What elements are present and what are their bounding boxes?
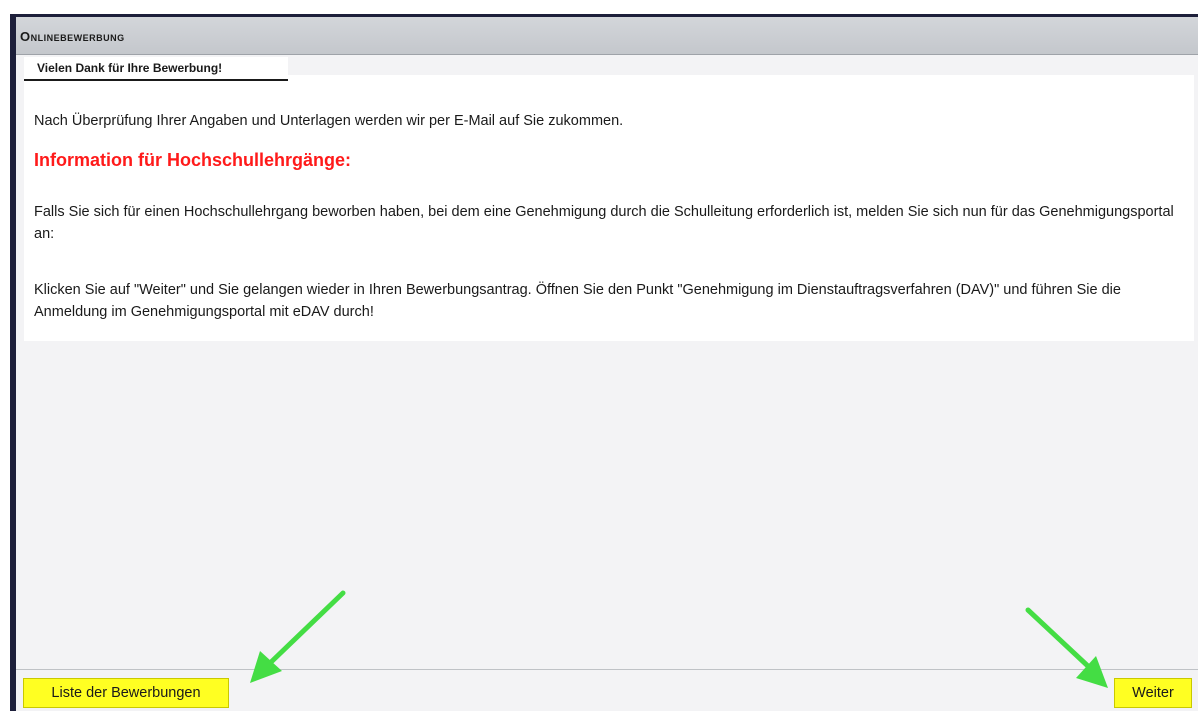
- info-paragraph-2: Klicken Sie auf "Weiter" und Sie gelange…: [34, 282, 1121, 320]
- info-heading: Information für Hochschullehrgänge:: [34, 150, 352, 170]
- arrow-down-left-icon: [250, 590, 346, 683]
- info-paragraph-1: Falls Sie sich für einen Hochschullehrga…: [34, 204, 1174, 242]
- section-tab: Vielen Dank für Ihre Bewerbung!: [24, 57, 288, 81]
- section-title: Vielen Dank für Ihre Bewerbung!: [37, 61, 223, 75]
- window-title: Onlinebewerbung: [20, 29, 125, 44]
- title-bar: Onlinebewerbung: [16, 17, 1198, 55]
- arrow-down-right-icon: [1025, 607, 1108, 688]
- list-applications-button[interactable]: Liste der Bewerbungen: [23, 678, 229, 708]
- intro-text: Nach Überprüfung Ihrer Angaben und Unter…: [34, 113, 624, 129]
- next-button[interactable]: Weiter: [1114, 678, 1192, 708]
